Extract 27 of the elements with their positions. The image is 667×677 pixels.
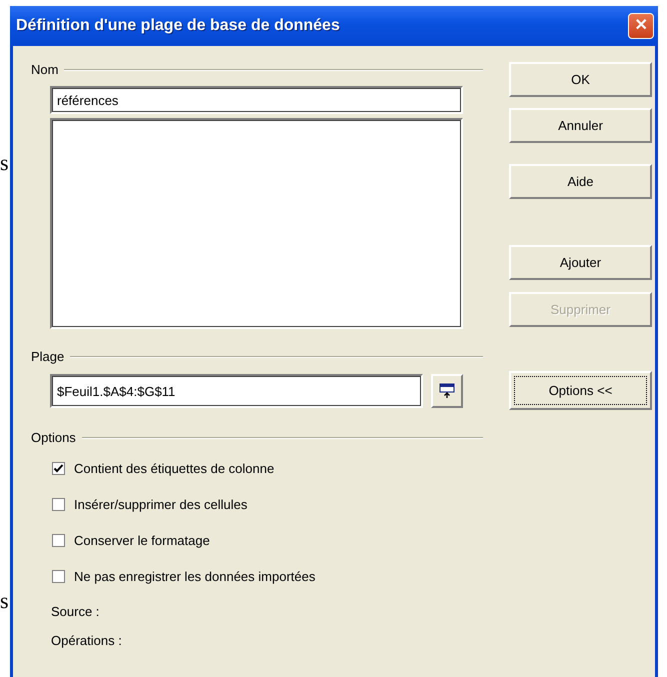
name-field[interactable]: références	[50, 86, 463, 114]
dialog-button[interactable]: Aide	[509, 164, 652, 199]
checkbox-label[interactable]: Conserver le formatage	[74, 533, 210, 548]
range-field[interactable]: $Feuil1.$A$4:$G$11	[50, 374, 423, 408]
checkbox[interactable]	[52, 498, 65, 511]
dialog-button[interactable]: OK	[509, 62, 652, 97]
group-label: Plage	[31, 349, 64, 364]
dialog-button[interactable]: Annuler	[509, 108, 652, 143]
shrink-icon	[439, 383, 455, 399]
checkbox[interactable]	[52, 534, 65, 547]
group-label: Nom	[31, 62, 58, 77]
window-title: Définition d'une plage de base de données	[16, 17, 340, 35]
text-fragment: s	[0, 588, 9, 614]
close-button[interactable]: ✕	[628, 13, 654, 39]
range-picker-button[interactable]	[431, 374, 463, 408]
name-list[interactable]	[50, 118, 463, 329]
info-label: Opérations :	[51, 633, 123, 648]
checkbox-label[interactable]: Ne pas enregistrer les données importées	[74, 569, 316, 584]
text-fragment: s	[0, 150, 9, 176]
checkbox[interactable]	[52, 462, 65, 475]
group-label: Options	[31, 430, 76, 445]
options-button[interactable]: Options <<	[509, 371, 652, 410]
checkbox[interactable]	[52, 570, 65, 583]
dialog-button[interactable]: Ajouter	[509, 245, 652, 280]
info-label: Source :	[51, 604, 100, 619]
checkbox-label[interactable]: Contient des étiquettes de colonne	[74, 461, 274, 476]
checkbox-label[interactable]: Insérer/supprimer des cellules	[74, 497, 248, 512]
